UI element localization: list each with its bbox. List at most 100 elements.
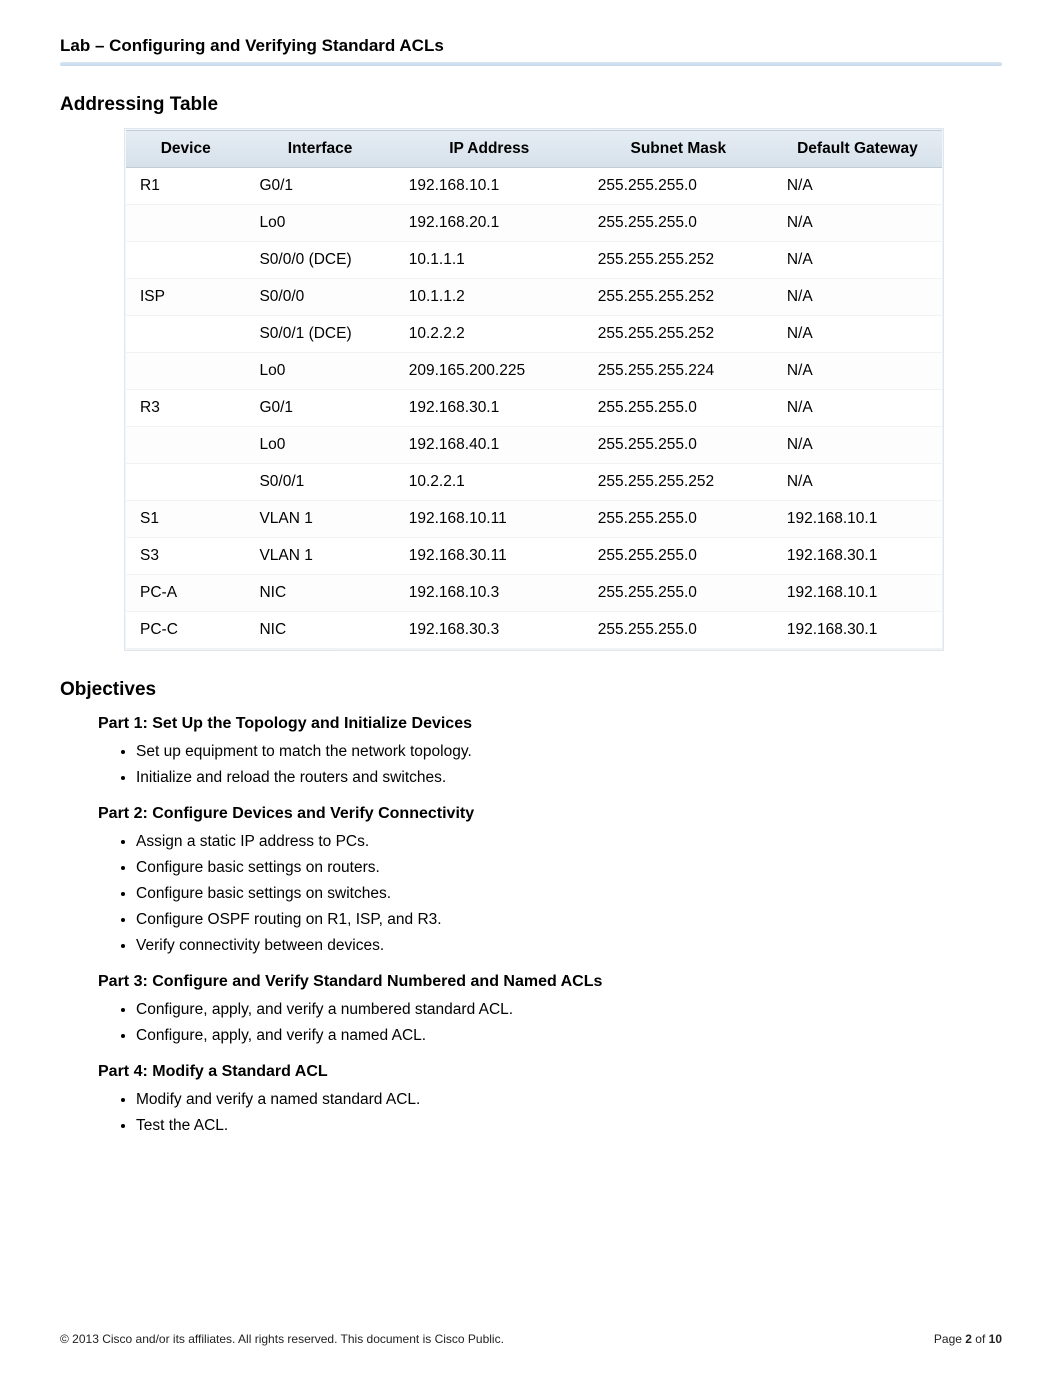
cell-device [126,242,245,278]
cell-ip: 192.168.10.1 [395,168,584,204]
cell-interface: S0/0/0 [245,279,394,315]
cell-interface: G0/1 [245,390,394,426]
cell-device [126,205,245,241]
cell-mask: 255.255.255.0 [584,390,773,426]
cell-mask: 255.255.255.252 [584,279,773,315]
cell-interface: NIC [245,612,394,648]
cell-device: S3 [126,538,245,574]
cell-interface: Lo0 [245,427,394,463]
cell-mask: 255.255.255.0 [584,168,773,204]
table-row: S3VLAN 1192.168.30.11255.255.255.0192.16… [126,538,942,575]
cell-interface: VLAN 1 [245,501,394,537]
cell-ip: 10.1.1.2 [395,279,584,315]
footer-page-prefix: Page [934,1332,965,1346]
addressing-heading: Addressing Table [60,94,1002,116]
page-header-title: Lab – Configuring and Verifying Standard… [60,36,1002,56]
cell-interface: S0/0/1 (DCE) [245,316,394,352]
cell-ip: 10.2.2.1 [395,464,584,500]
list-item: Configure, apply, and verify a named ACL… [136,1023,956,1049]
header-divider [60,62,1002,66]
list-item: Set up equipment to match the network to… [136,739,956,765]
cell-gateway: N/A [773,168,942,204]
table-row: PC-CNIC192.168.30.3255.255.255.0192.168.… [126,612,942,649]
cell-interface: G0/1 [245,168,394,204]
objectives-heading: Objectives [60,679,1002,701]
cell-gateway: 192.168.10.1 [773,575,942,611]
list-item: Configure OSPF routing on R1, ISP, and R… [136,907,956,933]
list-item: Configure basic settings on switches. [136,881,956,907]
cell-device [126,353,245,389]
cell-mask: 255.255.255.0 [584,575,773,611]
footer-page: Page 2 of 10 [934,1332,1002,1346]
cell-mask: 255.255.255.252 [584,242,773,278]
col-header-mask: Subnet Mask [584,131,773,167]
table-body: R1G0/1192.168.10.1255.255.255.0N/ALo0192… [126,168,942,649]
col-header-interface: Interface [245,131,394,167]
list-item: Test the ACL. [136,1113,956,1139]
cell-device: R1 [126,168,245,204]
cell-gateway: N/A [773,390,942,426]
cell-mask: 255.255.255.0 [584,205,773,241]
table-row: PC-ANIC192.168.10.3255.255.255.0192.168.… [126,575,942,612]
footer-page-total: 10 [989,1332,1002,1346]
table-row: Lo0192.168.40.1255.255.255.0N/A [126,427,942,464]
cell-device: PC-C [126,612,245,648]
table-header-row: Device Interface IP Address Subnet Mask … [126,130,942,168]
cell-ip: 192.168.40.1 [395,427,584,463]
part-title: Part 2: Configure Devices and Verify Con… [98,805,1002,823]
table-row: Lo0192.168.20.1255.255.255.0N/A [126,205,942,242]
cell-ip: 10.2.2.2 [395,316,584,352]
list-item: Configure, apply, and verify a numbered … [136,997,956,1023]
objectives-body: Part 1: Set Up the Topology and Initiali… [60,715,1002,1139]
cell-ip: 192.168.30.1 [395,390,584,426]
cell-device: R3 [126,390,245,426]
cell-mask: 255.255.255.0 [584,501,773,537]
table-row: S1VLAN 1192.168.10.11255.255.255.0192.16… [126,501,942,538]
cell-ip: 192.168.30.11 [395,538,584,574]
list-item: Initialize and reload the routers and sw… [136,765,956,791]
cell-gateway: 192.168.30.1 [773,538,942,574]
col-header-gateway: Default Gateway [773,131,942,167]
cell-gateway: N/A [773,353,942,389]
addressing-table: Device Interface IP Address Subnet Mask … [126,130,942,649]
list-item: Assign a static IP address to PCs. [136,829,956,855]
cell-mask: 255.255.255.224 [584,353,773,389]
cell-mask: 255.255.255.0 [584,538,773,574]
part-list: Modify and verify a named standard ACL.T… [136,1087,956,1139]
table-row: R3G0/1192.168.30.1255.255.255.0N/A [126,390,942,427]
cell-interface: S0/0/0 (DCE) [245,242,394,278]
cell-ip: 10.1.1.1 [395,242,584,278]
part-list: Configure, apply, and verify a numbered … [136,997,956,1049]
footer-page-of: of [972,1332,989,1346]
part-title: Part 4: Modify a Standard ACL [98,1063,1002,1081]
part-list: Assign a static IP address to PCs.Config… [136,829,956,959]
col-header-ip: IP Address [395,131,584,167]
cell-gateway: N/A [773,205,942,241]
cell-ip: 209.165.200.225 [395,353,584,389]
cell-ip: 192.168.30.3 [395,612,584,648]
table-row: S0/0/1 (DCE)10.2.2.2255.255.255.252N/A [126,316,942,353]
cell-device: ISP [126,279,245,315]
cell-gateway: N/A [773,242,942,278]
col-header-device: Device [126,131,245,167]
table-row: R1G0/1192.168.10.1255.255.255.0N/A [126,168,942,205]
cell-gateway: N/A [773,427,942,463]
cell-device [126,464,245,500]
cell-interface: S0/0/1 [245,464,394,500]
cell-mask: 255.255.255.0 [584,612,773,648]
page-footer: © 2013 Cisco and/or its affiliates. All … [60,1332,1002,1346]
table-row: ISPS0/0/010.1.1.2255.255.255.252N/A [126,279,942,316]
cell-device [126,316,245,352]
footer-page-current: 2 [965,1332,972,1346]
cell-interface: Lo0 [245,353,394,389]
table-row: Lo0209.165.200.225255.255.255.224N/A [126,353,942,390]
list-item: Configure basic settings on routers. [136,855,956,881]
cell-gateway: 192.168.30.1 [773,612,942,648]
part-title: Part 3: Configure and Verify Standard Nu… [98,973,1002,991]
list-item: Modify and verify a named standard ACL. [136,1087,956,1113]
table-row: S0/0/110.2.2.1255.255.255.252N/A [126,464,942,501]
cell-interface: VLAN 1 [245,538,394,574]
cell-ip: 192.168.10.3 [395,575,584,611]
cell-mask: 255.255.255.0 [584,427,773,463]
cell-gateway: 192.168.10.1 [773,501,942,537]
